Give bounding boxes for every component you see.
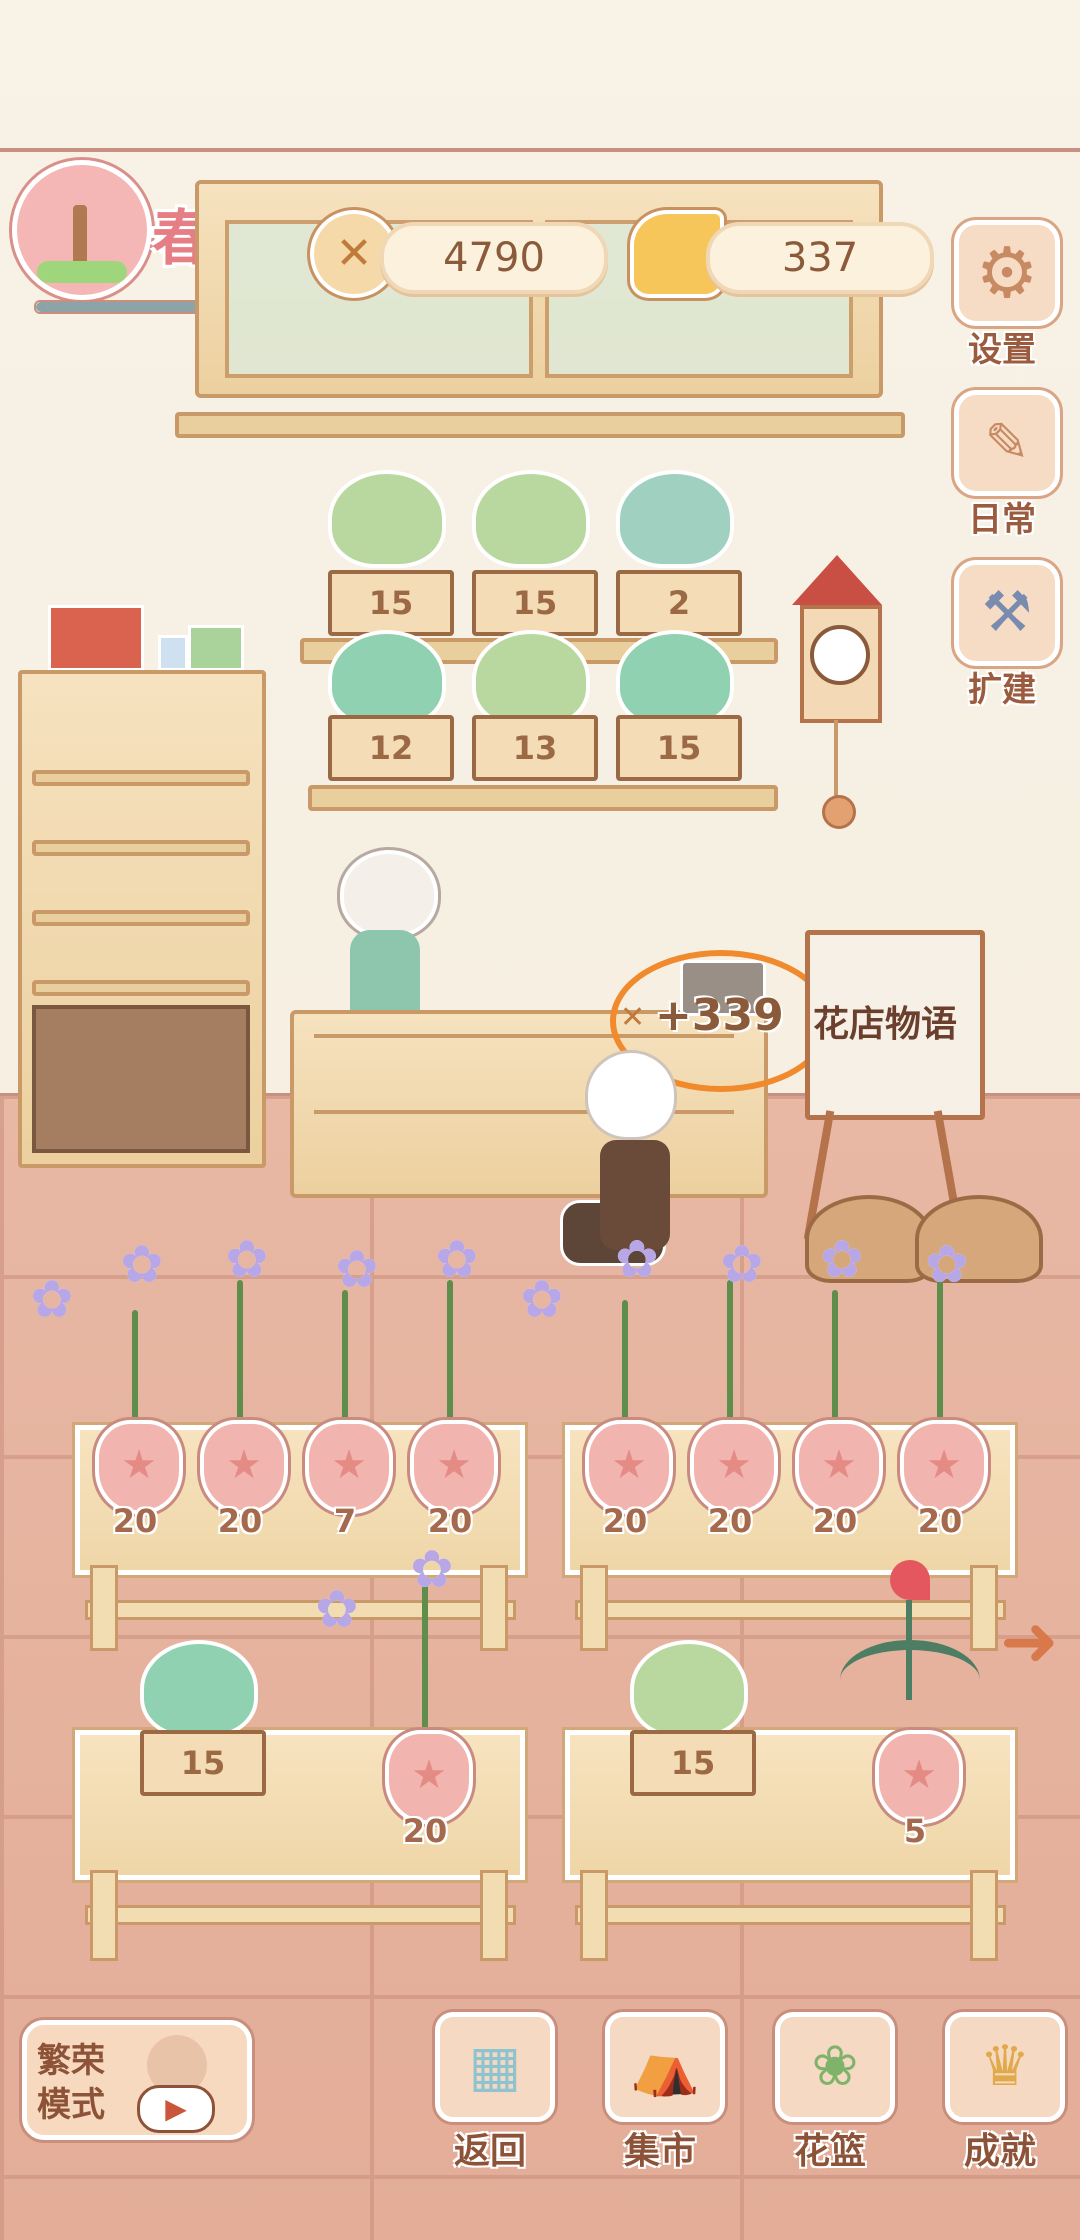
mode-label-line1: 繁荣: [37, 2041, 105, 2081]
pot-count: 20: [917, 1502, 963, 1540]
bellflower-icon: ✿: [520, 1270, 564, 1330]
flower-pot[interactable]: [200, 1420, 288, 1514]
shop-sign-text: 花店物语: [813, 1004, 958, 1045]
nav-back-label: 返回: [453, 2131, 526, 2172]
cheese-currency: 337: [630, 210, 934, 300]
nav-market-button[interactable]: ⛺: [605, 2012, 725, 2122]
cuckoo-clock[interactable]: [792, 555, 882, 835]
crate-count: 13: [472, 715, 598, 781]
flower-pot[interactable]: [385, 1730, 473, 1824]
crate-count: 2: [616, 570, 742, 636]
gift-boxes: [48, 585, 248, 671]
flower-pot[interactable]: [410, 1420, 498, 1514]
cabinet-doors[interactable]: [32, 1005, 250, 1153]
bellflower-icon: ✿: [435, 1230, 479, 1290]
bellflower-icon: ✿: [225, 1230, 269, 1290]
nav-market-label: 集市: [623, 2131, 696, 2172]
pot-count: 20: [427, 1502, 473, 1540]
bellflower-icon: ✿: [615, 1230, 659, 1290]
nav-back-button[interactable]: ▦: [435, 2012, 555, 2122]
pot-count: 20: [112, 1502, 158, 1540]
sale-fishbone-icon: ✕: [620, 1000, 646, 1035]
storage-cabinet: [18, 585, 268, 1168]
bouquet[interactable]: [328, 630, 446, 728]
pot-count: 7: [333, 1502, 357, 1540]
wall-trim-top: [0, 148, 1080, 152]
flower-pot[interactable]: [585, 1420, 673, 1514]
bellflower-icon: ✿: [335, 1240, 379, 1300]
fish-currency: ✕ 4790: [310, 210, 610, 300]
bellflower-icon: ✿: [820, 1230, 864, 1290]
bouquet[interactable]: [630, 1640, 748, 1738]
flower-pot[interactable]: [875, 1730, 963, 1824]
bellflower-icon: ✿: [315, 1580, 359, 1640]
pot-count: 20: [602, 1502, 648, 1540]
crate-count: 12: [328, 715, 454, 781]
bouquet[interactable]: [472, 630, 590, 728]
pot-count: 20: [217, 1502, 263, 1540]
crate-count: 15: [328, 570, 454, 636]
window-icon: ▦: [468, 2034, 522, 2099]
calla-lily-icon: [830, 1560, 990, 1730]
cherry-tree-icon: [12, 160, 152, 300]
play-icon[interactable]: ▶: [137, 2085, 215, 2133]
settings-label: 设置: [968, 330, 1036, 370]
pot-count: 20: [707, 1502, 753, 1540]
settings-button[interactable]: ⚙: [954, 220, 1060, 326]
tip-note-icon: ✎: [984, 411, 1030, 474]
crate-count: 15: [630, 1730, 756, 1796]
daily-label: 日常: [968, 500, 1036, 540]
flower-pot[interactable]: [690, 1420, 778, 1514]
nav-flower-basket-label: 花篮: [793, 2131, 866, 2172]
pot-count: 5: [903, 1812, 927, 1850]
bellflower-icon: ✿: [120, 1235, 164, 1295]
bellflower-icon: ✿: [720, 1235, 764, 1295]
flower-pot[interactable]: [795, 1420, 883, 1514]
bellflower-icon: ✿: [410, 1540, 454, 1600]
nav-achievement-label: 成就: [963, 2131, 1036, 2172]
flower-pot[interactable]: [305, 1420, 393, 1514]
mode-label-line2: 模式: [37, 2085, 105, 2125]
pot-count: 20: [812, 1502, 858, 1540]
hammer-icon: ⚒: [981, 580, 1033, 645]
cheese-count: 337: [706, 222, 934, 294]
crate-count: 15: [472, 570, 598, 636]
bouquet[interactable]: [616, 630, 734, 728]
market-stall-icon: ⛺: [630, 2034, 700, 2099]
shopkeeper-cat[interactable]: [330, 850, 440, 1010]
bouquet-display-shelf: 15 15 2 12 13 15: [300, 470, 780, 830]
fish-count: 4790: [380, 222, 608, 294]
bouquet[interactable]: [472, 470, 590, 568]
nav-flower-basket-button[interactable]: ❀: [775, 2012, 895, 2122]
crate-count: 15: [616, 715, 742, 781]
crate-count: 15: [140, 1730, 266, 1796]
clock-face-icon: [810, 625, 870, 685]
sale-popup: +339: [655, 990, 784, 1041]
bouquet[interactable]: [328, 470, 446, 568]
next-area-arrow-icon[interactable]: ➜: [1000, 1600, 1059, 1682]
expand-label: 扩建: [968, 670, 1036, 710]
flower-basket-icon: ❀: [811, 2034, 859, 2099]
trophy-icon: ♛: [979, 2034, 1031, 2099]
pot-count: 20: [402, 1812, 448, 1850]
prosperity-mode-button[interactable]: 繁荣 模式 ▶: [22, 2020, 252, 2140]
nav-achievement-button[interactable]: ♛: [945, 2012, 1065, 2122]
expand-button[interactable]: ⚒: [954, 560, 1060, 666]
bellflower-icon: ✿: [30, 1270, 74, 1330]
flower-pot[interactable]: [900, 1420, 988, 1514]
daily-button[interactable]: ✎: [954, 390, 1060, 496]
bouquet[interactable]: [616, 470, 734, 568]
flower-pot[interactable]: [95, 1420, 183, 1514]
bouquet[interactable]: [140, 1640, 258, 1738]
bellflower-icon: ✿: [925, 1235, 969, 1295]
gear-icon: ⚙: [975, 232, 1039, 314]
